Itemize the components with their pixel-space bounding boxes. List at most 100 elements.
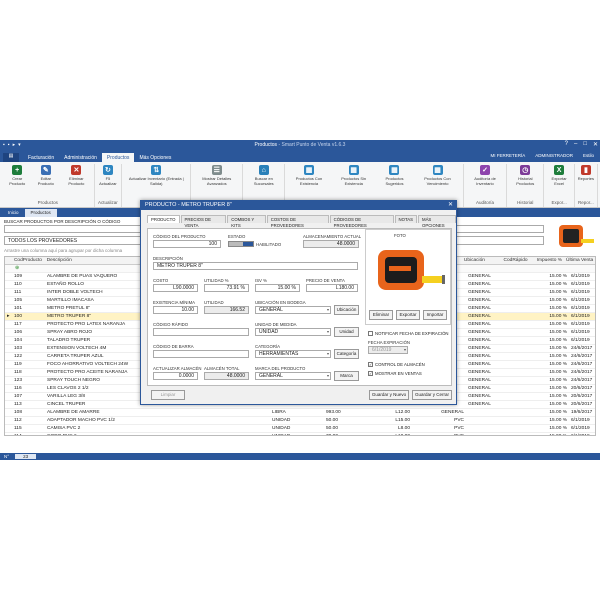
barra-field[interactable]	[153, 350, 249, 358]
ribbon-button[interactable]: ◷ Historial Productos	[508, 164, 542, 200]
ribbon-buttons: ☰ Mostrar Detalles Avanzados	[192, 164, 241, 200]
grid-cell: ADAPTADOR MACHO PVC 1/2	[47, 418, 115, 423]
dialog-tab[interactable]: CÓDIGOS DE PROVEEDORES	[329, 215, 394, 228]
menu-right-item[interactable]: MI FERRETERÍA	[490, 153, 525, 158]
unidad-button[interactable]: Unidad	[334, 327, 359, 337]
actalm-field[interactable]: 0.0000	[153, 372, 198, 380]
grid-cell: 6/1/2019	[571, 306, 590, 311]
mostrar-checkbox[interactable]: ✓ MOSTRAR EN VENTAS	[368, 371, 422, 376]
table-row[interactable]: 115 CAMISA PVC 2 UNIDAD 50.00 L8.00 PVC 15.00 …	[5, 425, 595, 433]
row-indicator	[5, 369, 12, 376]
table-row[interactable]: 114CODO PVC 2UNIDAD70.00L10.00PVC 15.00 %…	[5, 433, 595, 435]
grid-cell: 15.00 %	[549, 418, 567, 423]
ribbon-button[interactable]: ↻ F5 Actualizar	[96, 164, 121, 200]
grid-cell: 15.00 %	[549, 410, 567, 415]
menu-tab[interactable]: Productos	[101, 153, 135, 162]
ribbon-button[interactable]: ✓ Auditoría de Inventario	[465, 164, 505, 200]
dialog-tab[interactable]: PRECIOS DE VENTA	[180, 215, 227, 228]
grid-cell	[506, 281, 536, 288]
ubicacion-button[interactable]: Ubicación	[334, 305, 359, 315]
grid-cell: 15.00 %	[549, 394, 567, 399]
desc-field[interactable]: METRO TRUPER 8"	[153, 262, 358, 270]
util-field[interactable]: 73.91 %	[204, 284, 249, 292]
table-row[interactable]: 112 ADAPTADOR MACHO PVC 1/2 UNIDAD 50.00 L15…	[5, 417, 595, 425]
grid-cell: GENERAL	[468, 290, 491, 295]
guardar-nuevo-button[interactable]: Guardar y Nuevo	[369, 390, 409, 400]
marca-select[interactable]: GENERAL ▾	[255, 372, 331, 380]
total-label: ALMACÉN TOTAL	[204, 366, 240, 371]
ribbon-button[interactable]: ▮ Reportes	[576, 164, 596, 200]
maximize-icon[interactable]: □	[583, 141, 587, 148]
cat-value: HERRAMIENTAS	[259, 351, 299, 357]
chevron-down-icon: ▾	[326, 329, 329, 334]
photo-eliminar-button[interactable]: Eliminar	[369, 310, 393, 320]
costo-field[interactable]: L90.0000	[153, 284, 198, 292]
grid-cell: 6/1/2019	[571, 426, 590, 431]
menu-tab[interactable]: Más Opciones	[134, 153, 176, 162]
ribbon-button[interactable]: ☰ Mostrar Detalles Avanzados	[192, 164, 241, 200]
ribbon-button[interactable]: + Crear Producto	[3, 164, 31, 200]
record-count-label: N°	[4, 454, 10, 459]
help-icon[interactable]: ?	[565, 141, 568, 148]
row-indicator	[5, 297, 12, 304]
exmin-field[interactable]: 10.00	[153, 306, 198, 314]
grid-cell: 50.00	[326, 426, 339, 431]
costo-label: COSTO	[153, 278, 169, 283]
photo-exportar-button[interactable]: Exportar	[396, 310, 420, 320]
minimize-icon[interactable]: –	[574, 141, 577, 148]
ribbon-button[interactable]: ⌂ Buscar en Sucursales	[244, 164, 283, 200]
dialog-tab[interactable]: COSTOS DE PROVEEDORES	[266, 215, 329, 228]
grid-cell: 6/1/2019	[571, 314, 590, 319]
ribbon-button[interactable]: ✎ Editar Producto	[31, 164, 60, 200]
dialog-tab[interactable]: NOTAS	[394, 215, 417, 223]
photo-importar-button[interactable]: Importar	[423, 310, 447, 320]
ribbon-button[interactable]: ✕ Eliminar Producto	[60, 164, 92, 200]
menu-tab[interactable]: Administración	[59, 153, 102, 162]
limpiar-button[interactable]: Limpiar	[151, 390, 185, 400]
grid-cell: 106	[14, 330, 23, 335]
grid-cell: Última Venta	[566, 258, 594, 263]
close-icon[interactable]: ✕	[593, 141, 598, 148]
ribbon-buttons: ▦ Productos Con Existencia ▦ Productos Sin …	[286, 164, 462, 200]
grid-cell: GENERAL	[468, 378, 491, 383]
categoria-button[interactable]: Categoría	[334, 349, 359, 359]
ribbon-button[interactable]: ▦ Productos Sugeridos	[376, 164, 414, 200]
rapido-field[interactable]	[153, 328, 249, 336]
ribbon-buttons: ✓ Auditoría de Inventario	[465, 164, 505, 200]
menu-tab[interactable]: Facturación	[23, 153, 59, 162]
menu-right-item[interactable]: Estilo	[583, 153, 594, 158]
precio-field[interactable]: L180.00	[306, 284, 358, 292]
guardar-cerrar-button[interactable]: Guardar y Cerrar	[412, 390, 452, 400]
estado-toggle[interactable]	[228, 241, 254, 247]
grid-cell: PVC	[454, 418, 464, 423]
ribbon-button[interactable]: ▦ Productos Con Vencimiento	[413, 164, 462, 200]
row-indicator: ▸	[7, 314, 10, 319]
ribbon-button[interactable]: ⇅ Actualizar Inventario (Entrada | Salida…	[123, 164, 189, 200]
notif-checkbox[interactable]: NOTIFICAR FECHA DE EXPIRACIÓN	[368, 331, 449, 336]
window-controls[interactable]: ? – □ ✕	[565, 141, 598, 148]
dialog-tab[interactable]: COMBOS Y KITS	[227, 215, 266, 228]
search-label: BUSCAR PRODUCTOS POR DESCRIPCIÓN O CÓDIG…	[4, 219, 121, 224]
ribbon-button[interactable]: ▦ Productos Sin Existencia	[332, 164, 376, 200]
cat-select[interactable]: HERRAMIENTAS ▾	[255, 350, 331, 358]
control-checkbox[interactable]: ✓ CONTROL DE ALMACÉN	[368, 362, 425, 367]
ribbon-button[interactable]: X Exportar Excel	[545, 164, 572, 200]
table-row[interactable]: 108 ALAMBRE DE AMARRE LIBRA 993.00 L12.00 GEN…	[5, 409, 595, 417]
grid-cell	[506, 313, 536, 320]
ubic-select[interactable]: GENERAL ▾	[255, 306, 331, 314]
dialog-tab[interactable]: PRODUCTO	[147, 215, 180, 223]
close-icon[interactable]: ✕	[448, 201, 453, 208]
isv-field[interactable]: 15.00 %	[255, 284, 300, 292]
file-menu-button[interactable]: ▤	[3, 153, 19, 162]
um-select[interactable]: UNIDAD ▾	[255, 328, 331, 336]
menu-right-item[interactable]: ADMINISTRADOR	[535, 153, 573, 158]
grid-cell: 15.00 %	[549, 322, 567, 327]
codigo-field[interactable]: 100	[153, 240, 221, 248]
document-tab[interactable]: Productos	[24, 209, 57, 217]
grid-cell: 24/6/2017	[571, 354, 593, 359]
document-tab[interactable]: Inicio	[2, 209, 25, 217]
marca-button[interactable]: Marca	[334, 371, 359, 381]
dialog-tab[interactable]: MÁS OPCIONES	[417, 215, 456, 228]
ribbon-button[interactable]: ▦ Productos Con Existencia	[286, 164, 331, 200]
ribbon-group: X Exportar Excel Expor...	[544, 164, 575, 207]
